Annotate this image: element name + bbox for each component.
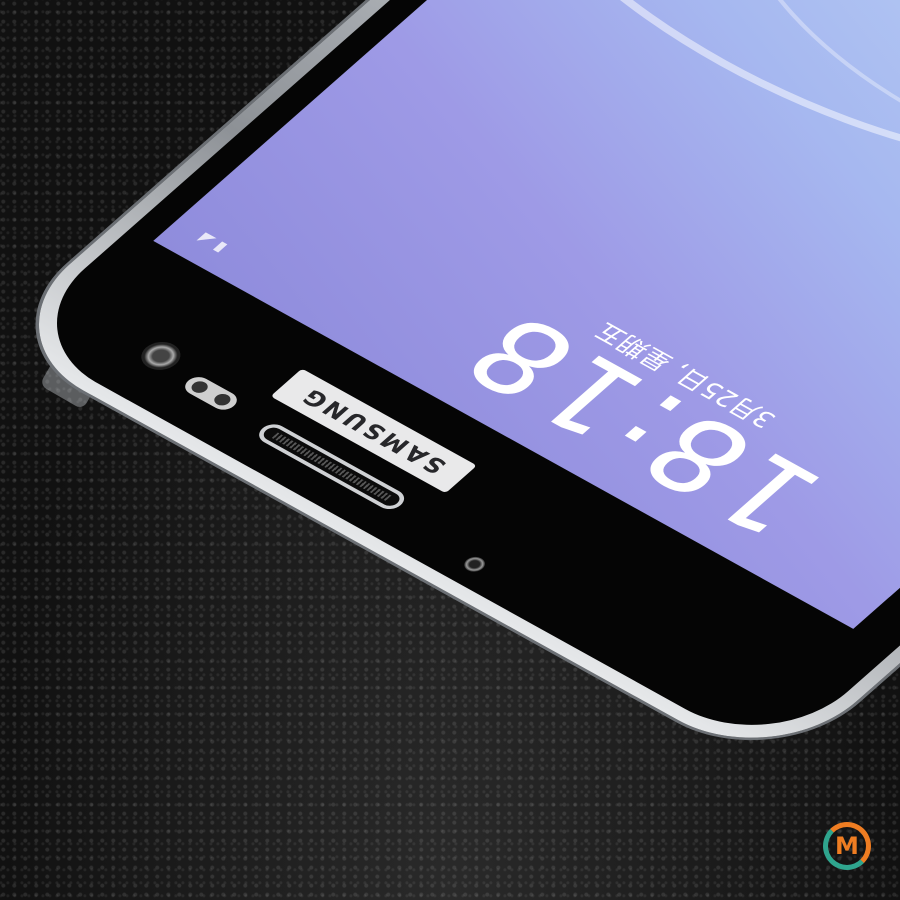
watermark-letter: M bbox=[835, 832, 859, 860]
wallpaper-swoosh bbox=[319, 0, 900, 288]
watermark-logo: M bbox=[823, 822, 871, 870]
signal-icon: ▮ ◢ bbox=[193, 231, 231, 257]
